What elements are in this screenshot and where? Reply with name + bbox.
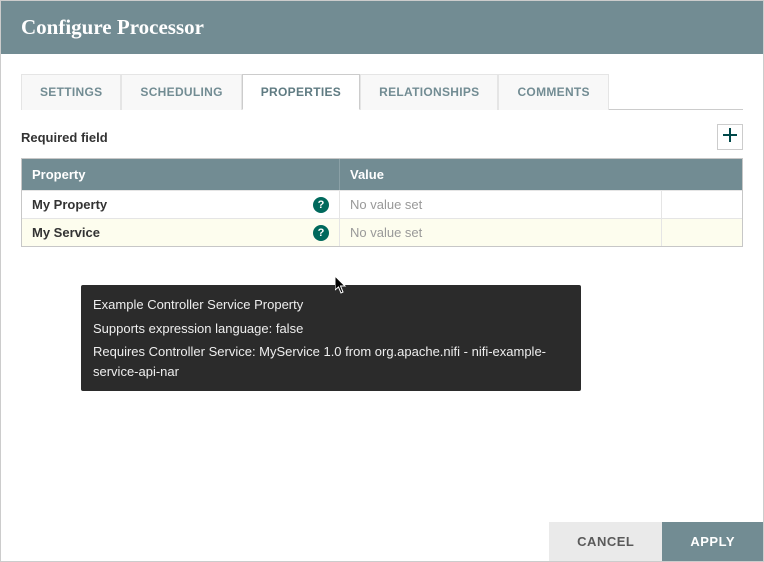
tab-comments[interactable]: COMMENTS: [498, 74, 608, 110]
tab-scheduling[interactable]: SCHEDULING: [121, 74, 241, 110]
help-icon[interactable]: ?: [313, 197, 329, 213]
column-header-property: Property: [22, 159, 340, 190]
property-value-cell[interactable]: No value set: [340, 219, 662, 246]
cancel-button[interactable]: CANCEL: [549, 522, 662, 561]
property-actions-cell: [662, 191, 742, 218]
tab-bar: SETTINGS SCHEDULING PROPERTIES RELATIONS…: [21, 74, 743, 110]
configure-processor-dialog: Configure Processor SETTINGS SCHEDULING …: [0, 0, 764, 562]
property-actions-cell: [662, 219, 742, 246]
property-tooltip: Example Controller Service Property Supp…: [81, 285, 581, 391]
dialog-title: Configure Processor: [21, 15, 743, 40]
property-name-cell: My Property ?: [22, 191, 340, 218]
dialog-header: Configure Processor: [1, 1, 763, 54]
dialog-body: SETTINGS SCHEDULING PROPERTIES RELATIONS…: [1, 54, 763, 522]
properties-table: Property Value My Property ? No value se…: [21, 158, 743, 247]
required-field-label: Required field: [21, 130, 108, 145]
column-header-value: Value: [340, 159, 742, 190]
table-row[interactable]: My Property ? No value set: [22, 190, 742, 218]
tooltip-expression-language: Supports expression language: false: [93, 319, 569, 339]
table-row[interactable]: My Service ? No value set: [22, 218, 742, 246]
tooltip-description: Example Controller Service Property: [93, 295, 569, 315]
tab-properties[interactable]: PROPERTIES: [242, 74, 360, 110]
property-name-cell: My Service ?: [22, 219, 340, 246]
help-icon[interactable]: ?: [313, 225, 329, 241]
table-header: Property Value: [22, 159, 742, 190]
property-value-cell[interactable]: No value set: [340, 191, 662, 218]
tooltip-requires-service: Requires Controller Service: MyService 1…: [93, 342, 569, 381]
tab-settings[interactable]: SETTINGS: [21, 74, 121, 110]
apply-button[interactable]: APPLY: [662, 522, 763, 561]
property-name: My Property: [32, 197, 107, 212]
add-property-button[interactable]: [717, 124, 743, 150]
dialog-footer: CANCEL APPLY: [1, 522, 763, 561]
required-row: Required field: [21, 124, 743, 150]
plus-icon: [723, 128, 737, 147]
property-name: My Service: [32, 225, 100, 240]
tab-relationships[interactable]: RELATIONSHIPS: [360, 74, 498, 110]
